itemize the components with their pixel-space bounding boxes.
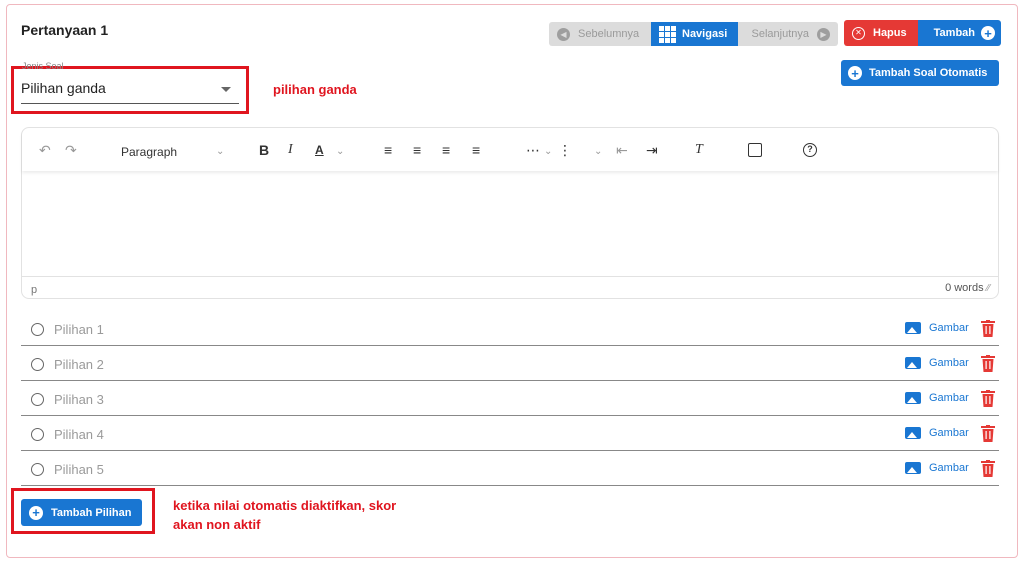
image-icon bbox=[905, 427, 921, 439]
navigation-label: Navigasi bbox=[682, 28, 728, 40]
add-auto-question-button[interactable]: + Tambah Soal Otomatis bbox=[841, 60, 999, 86]
image-icon bbox=[905, 357, 921, 369]
trash-icon[interactable] bbox=[981, 460, 995, 477]
choice-input[interactable]: Pilihan 4 bbox=[54, 427, 104, 442]
editor-content-area[interactable] bbox=[22, 171, 998, 277]
add-choice-button[interactable]: + Tambah Pilihan bbox=[21, 499, 142, 526]
radio-button[interactable] bbox=[31, 358, 44, 371]
annotation-score-note-1: ketika nilai otomatis diaktifkan, skor bbox=[173, 498, 397, 513]
navigation-group: ◀ Sebelumnya Navigasi Selanjutnya ▶ bbox=[549, 22, 838, 46]
caret-down-icon bbox=[221, 87, 231, 92]
editor-toolbar: ↶ ↷ Paragraph ⌄ B I A ⌄ ≡ ≡ ≡ ≡ ⋯ ⌄ ⋮ ⌄ … bbox=[22, 128, 998, 171]
indent-icon[interactable]: ⇥ bbox=[646, 142, 658, 158]
add-image-button[interactable]: Gambar bbox=[905, 357, 969, 369]
trash-icon[interactable] bbox=[981, 390, 995, 407]
choice-row: Pilihan 1 Gambar bbox=[21, 311, 999, 346]
delete-button[interactable]: ✕ Hapus bbox=[844, 20, 918, 46]
question-type-label: Jenis Soal bbox=[22, 61, 64, 71]
delete-label: Hapus bbox=[873, 27, 907, 39]
image-label: Gambar bbox=[929, 357, 969, 369]
image-label: Gambar bbox=[929, 392, 969, 404]
add-image-button[interactable]: Gambar bbox=[905, 462, 969, 474]
text-color-icon[interactable]: A bbox=[315, 142, 324, 158]
align-left-icon[interactable]: ≡ bbox=[384, 142, 392, 158]
choice-input[interactable]: Pilihan 2 bbox=[54, 357, 104, 372]
help-icon[interactable]: ? bbox=[803, 143, 817, 157]
bold-icon[interactable]: B bbox=[259, 142, 269, 158]
undo-icon[interactable]: ↶ bbox=[39, 142, 51, 158]
annotation-score-note-2: akan non aktif bbox=[173, 517, 261, 532]
chevron-down-icon: ⌄ bbox=[594, 146, 603, 157]
grid-icon bbox=[659, 25, 676, 43]
question-title: Pertanyaan 1 bbox=[21, 22, 109, 38]
chevron-down-icon: ⌄ bbox=[544, 146, 553, 157]
next-button[interactable]: Selanjutnya ▶ bbox=[738, 22, 838, 46]
action-group: ✕ Hapus Tambah + bbox=[844, 20, 1001, 46]
add-image-button[interactable]: Gambar bbox=[905, 427, 969, 439]
annotation-type-note: pilihan ganda bbox=[273, 82, 357, 97]
align-justify-icon[interactable]: ≡ bbox=[472, 142, 480, 158]
rich-text-editor: ↶ ↷ Paragraph ⌄ B I A ⌄ ≡ ≡ ≡ ≡ ⋯ ⌄ ⋮ ⌄ … bbox=[21, 127, 999, 299]
close-circle-icon: ✕ bbox=[852, 26, 865, 40]
outdent-icon[interactable]: ⇤ bbox=[616, 142, 628, 158]
paragraph-dropdown[interactable]: Paragraph bbox=[121, 144, 177, 160]
radio-button[interactable] bbox=[31, 323, 44, 336]
choice-input[interactable]: Pilihan 3 bbox=[54, 392, 104, 407]
choice-row: Pilihan 3 Gambar bbox=[21, 381, 999, 416]
align-center-icon[interactable]: ≡ bbox=[413, 142, 421, 158]
auto-label: Tambah Soal Otomatis bbox=[869, 67, 988, 79]
word-count: 0 words ⁄⁄ bbox=[945, 282, 990, 294]
plus-circle-icon: + bbox=[848, 66, 862, 80]
resize-handle-icon[interactable]: ⁄⁄ bbox=[987, 283, 990, 294]
image-icon[interactable] bbox=[748, 143, 762, 157]
bullet-list-icon[interactable]: ⋯ bbox=[526, 142, 540, 158]
choice-row: Pilihan 4 Gambar bbox=[21, 416, 999, 451]
image-icon bbox=[905, 462, 921, 474]
plus-circle-icon: + bbox=[981, 26, 995, 40]
align-right-icon[interactable]: ≡ bbox=[442, 142, 450, 158]
trash-icon[interactable] bbox=[981, 355, 995, 372]
add-image-button[interactable]: Gambar bbox=[905, 392, 969, 404]
add-image-button[interactable]: Gambar bbox=[905, 322, 969, 334]
italic-icon[interactable]: I bbox=[288, 142, 293, 158]
previous-label: Sebelumnya bbox=[578, 28, 640, 40]
image-icon bbox=[905, 322, 921, 334]
question-type-select[interactable]: Pilihan ganda bbox=[21, 78, 239, 104]
chevron-left-icon: ◀ bbox=[557, 27, 570, 41]
choice-row: Pilihan 2 Gambar bbox=[21, 346, 999, 381]
editor-path: p bbox=[31, 284, 38, 296]
choice-row: Pilihan 5 Gambar bbox=[21, 451, 999, 486]
chevron-down-icon: ⌄ bbox=[216, 146, 225, 157]
image-label: Gambar bbox=[929, 462, 969, 474]
question-type-value: Pilihan ganda bbox=[21, 80, 106, 96]
redo-icon[interactable]: ↷ bbox=[65, 142, 77, 158]
radio-button[interactable] bbox=[31, 428, 44, 441]
trash-icon[interactable] bbox=[981, 320, 995, 337]
previous-button[interactable]: ◀ Sebelumnya bbox=[549, 22, 651, 46]
next-label: Selanjutnya bbox=[751, 28, 810, 40]
chevron-right-icon: ▶ bbox=[817, 27, 830, 41]
choice-input[interactable]: Pilihan 5 bbox=[54, 462, 104, 477]
clear-format-icon[interactable]: T bbox=[695, 142, 703, 158]
image-label: Gambar bbox=[929, 427, 969, 439]
add-choice-label: Tambah Pilihan bbox=[51, 506, 132, 519]
word-count-text: 0 words bbox=[945, 282, 984, 294]
trash-icon[interactable] bbox=[981, 425, 995, 442]
image-icon bbox=[905, 392, 921, 404]
image-label: Gambar bbox=[929, 322, 969, 334]
radio-button[interactable] bbox=[31, 393, 44, 406]
numbered-list-icon[interactable]: ⋮ bbox=[558, 142, 572, 158]
choice-input[interactable]: Pilihan 1 bbox=[54, 322, 104, 337]
chevron-down-icon: ⌄ bbox=[336, 146, 345, 157]
add-question-button[interactable]: Tambah + bbox=[918, 20, 1001, 46]
radio-button[interactable] bbox=[31, 463, 44, 476]
navigation-button[interactable]: Navigasi bbox=[651, 22, 738, 46]
add-label: Tambah bbox=[933, 27, 975, 39]
plus-circle-icon: + bbox=[29, 505, 43, 520]
